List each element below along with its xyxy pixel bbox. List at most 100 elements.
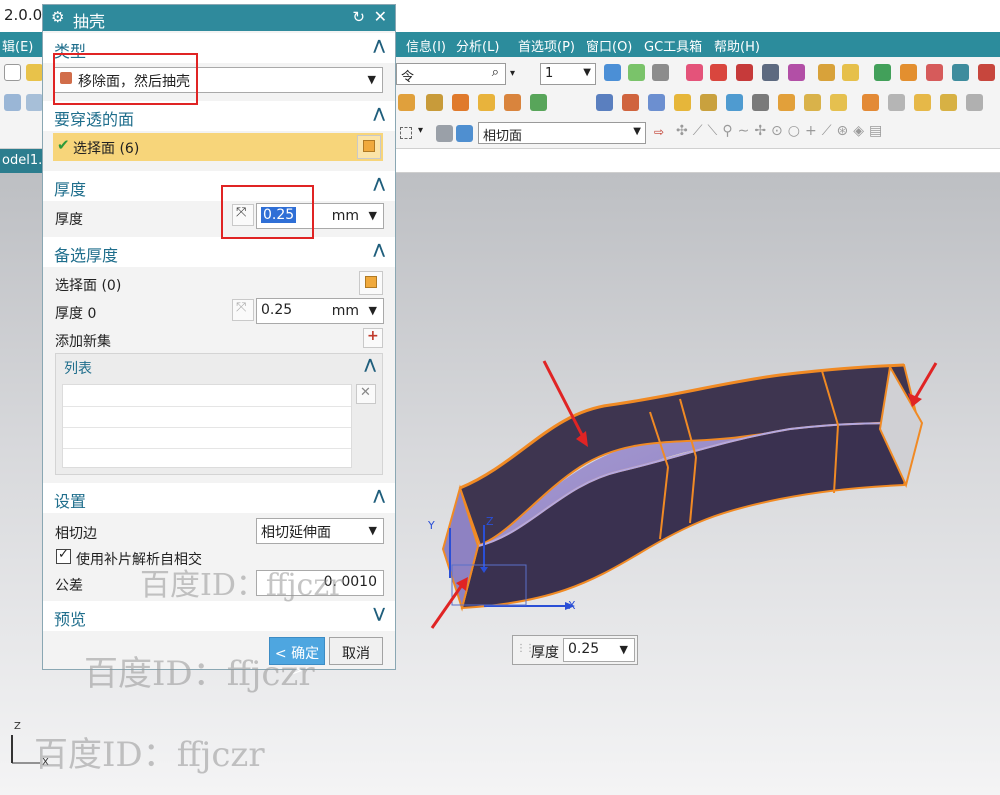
menu-help[interactable]: 帮助(H) (714, 36, 760, 55)
toolbar-tool-icon[interactable] (862, 94, 879, 111)
alt-thickness-section: 备选厚度 ⋀ 选择面 (0) 厚度 0 ⤧ 0.25 mm ▼ 添加新集 + 列… (43, 237, 395, 477)
menu-preferences[interactable]: 首选项(P) (518, 36, 575, 55)
new-file-icon[interactable] (4, 64, 21, 81)
toolbar-tool-icon[interactable] (842, 64, 859, 81)
snap-point-icons[interactable]: ✣⟋⟍⚲∼✢⊙○+⟋⊛◈▤ (676, 123, 887, 139)
command-search-input[interactable]: 令 ⌕ (396, 63, 506, 85)
toolbar-tool-icon[interactable] (888, 94, 905, 111)
watermark: 百度ID：ffjczr (84, 654, 315, 694)
face-cube-button[interactable] (357, 135, 381, 159)
chevron-up-icon[interactable]: ⋀ (364, 357, 376, 373)
toolbar-tool-icon[interactable] (900, 64, 917, 81)
toolbar-tool-icon[interactable] (686, 64, 703, 81)
toolbar-tool-icon[interactable] (952, 64, 969, 81)
toolbar-tool-icon[interactable] (426, 94, 443, 111)
toolbar-tool-icon[interactable] (504, 94, 521, 111)
toolbar-tool-icon[interactable] (530, 94, 547, 111)
thickness-section-header[interactable]: 厚度 ⋀ (43, 171, 395, 201)
toolbar-tool-icon[interactable] (778, 94, 795, 111)
toolbar-tool-icon[interactable] (622, 94, 639, 111)
search-dropdown-icon[interactable]: ▾ (510, 68, 515, 79)
toolbar-tool-icon[interactable] (700, 94, 717, 111)
toolbar-tool-icon[interactable] (452, 94, 469, 111)
tangent-edge-select[interactable]: 相切延伸面 ▼ (256, 518, 384, 544)
snap-mode-select[interactable]: 相切面 ▼ (478, 122, 646, 144)
menu-analysis[interactable]: 分析(L) (456, 36, 499, 55)
toolbar-tool-icon[interactable] (788, 64, 805, 81)
preview-title: 预览 (54, 610, 87, 629)
cancel-button[interactable]: 取消 (329, 637, 383, 665)
toolbar-tool-icon[interactable] (914, 94, 931, 111)
y-axis-label: Y (428, 519, 435, 532)
toolbar-tool-icon[interactable] (926, 64, 943, 81)
toolbar-tool-icon[interactable] (596, 94, 613, 111)
popup-thickness-field[interactable]: 0.25 ▼ (563, 638, 635, 662)
add-new-set-button[interactable]: + (363, 328, 383, 348)
preview-section: 预览 ⋁ (43, 601, 395, 631)
toolbar-tool-icon[interactable] (726, 94, 743, 111)
menu-gc-toolbox[interactable]: GC工具箱 (644, 36, 702, 55)
toolbar-tool-icon[interactable] (966, 94, 983, 111)
toolbar-tool-icon[interactable] (398, 94, 415, 111)
triad-z-label: Z (14, 721, 21, 732)
select-face-row[interactable]: ✔ 选择面 (6) (53, 133, 383, 161)
alt-thickness-input[interactable]: 0.25 mm ▼ (256, 298, 384, 324)
chevron-up-icon[interactable]: ⋀ (373, 488, 385, 504)
checkmark-icon: ✓ (58, 547, 69, 562)
menu-window[interactable]: 窗口(O) (586, 36, 632, 55)
chevron-down-icon[interactable]: ▾ (418, 125, 423, 136)
settings-header[interactable]: 设置 ⋀ (43, 483, 395, 513)
cone-icon[interactable] (26, 94, 43, 111)
reset-icon[interactable]: ↻ (352, 8, 365, 26)
toolbar-tool-icon[interactable] (874, 64, 891, 81)
toolbar-tool-icon[interactable] (674, 94, 691, 111)
toolbar-tool-icon[interactable] (762, 64, 779, 81)
arrow-icon[interactable]: ⇨ (654, 125, 664, 139)
add-icon: + (367, 328, 379, 344)
chevron-up-icon[interactable]: ⋀ (373, 176, 385, 192)
chevron-up-icon[interactable]: ⋀ (373, 38, 385, 54)
chevron-up-icon[interactable]: ⋀ (373, 106, 385, 122)
toolbar-tool-icon[interactable] (736, 64, 753, 81)
toolbar-tool-icon[interactable] (818, 64, 835, 81)
patch-checkbox[interactable]: ✓ (56, 547, 71, 564)
menu-edit[interactable]: 辑(E) (2, 36, 33, 55)
toolbar-tool-icon[interactable] (940, 94, 957, 111)
toolbar-tool-icon[interactable] (604, 64, 621, 81)
toolbar-tool-icon[interactable] (752, 94, 769, 111)
filter-icon[interactable] (436, 125, 453, 142)
selection-box-icon[interactable] (400, 127, 412, 139)
list-title: 列表 (64, 361, 92, 377)
preview-header[interactable]: 预览 ⋁ (43, 601, 395, 631)
open-folder-icon[interactable] (26, 64, 43, 81)
toolbar-tool-icon[interactable] (628, 64, 645, 81)
chevron-up-icon[interactable]: ⋀ (373, 242, 385, 258)
chevron-down-icon: ▼ (368, 304, 377, 317)
list-body (62, 384, 352, 468)
model-tab[interactable]: odel1. (0, 149, 48, 173)
toolbar-tool-icon[interactable] (478, 94, 495, 111)
dialog-titlebar[interactable]: ⚙ 抽壳 ↻ ✕ (43, 5, 395, 31)
menu-info[interactable]: 信息(I) (406, 36, 446, 55)
alt-thickness-header[interactable]: 备选厚度 ⋀ (43, 237, 395, 267)
pierce-section-header[interactable]: 要穿透的面 ⋀ (43, 101, 395, 131)
chevron-down-icon[interactable]: ⋁ (373, 606, 385, 622)
toolbar-tool-icon[interactable] (804, 94, 821, 111)
toolbar-tool-icon[interactable] (978, 64, 995, 81)
toolbar-tool-icon[interactable] (648, 94, 665, 111)
chevron-down-icon: ▼ (368, 209, 377, 222)
alt-face-cube-button[interactable] (359, 271, 383, 295)
thickness-unit: mm (331, 208, 359, 224)
delete-set-button[interactable]: ✕ (356, 384, 376, 404)
x-axis-label: X (568, 599, 576, 612)
cube-filter-icon[interactable] (456, 125, 473, 142)
toolbar-tool-icon[interactable] (710, 64, 727, 81)
magnifier-icon: ⌕ (491, 65, 499, 80)
close-icon[interactable]: ✕ (374, 7, 387, 26)
alt-thickness-formula-button[interactable]: ⤧ (232, 299, 254, 321)
cylinder-icon[interactable] (4, 94, 21, 111)
toolbar-tool-icon[interactable] (652, 64, 669, 81)
toolbar-tool-icon[interactable] (830, 94, 847, 111)
layer-select[interactable]: 1 ▼ (540, 63, 596, 85)
watermark: 百度ID：ffjczr (34, 735, 265, 775)
